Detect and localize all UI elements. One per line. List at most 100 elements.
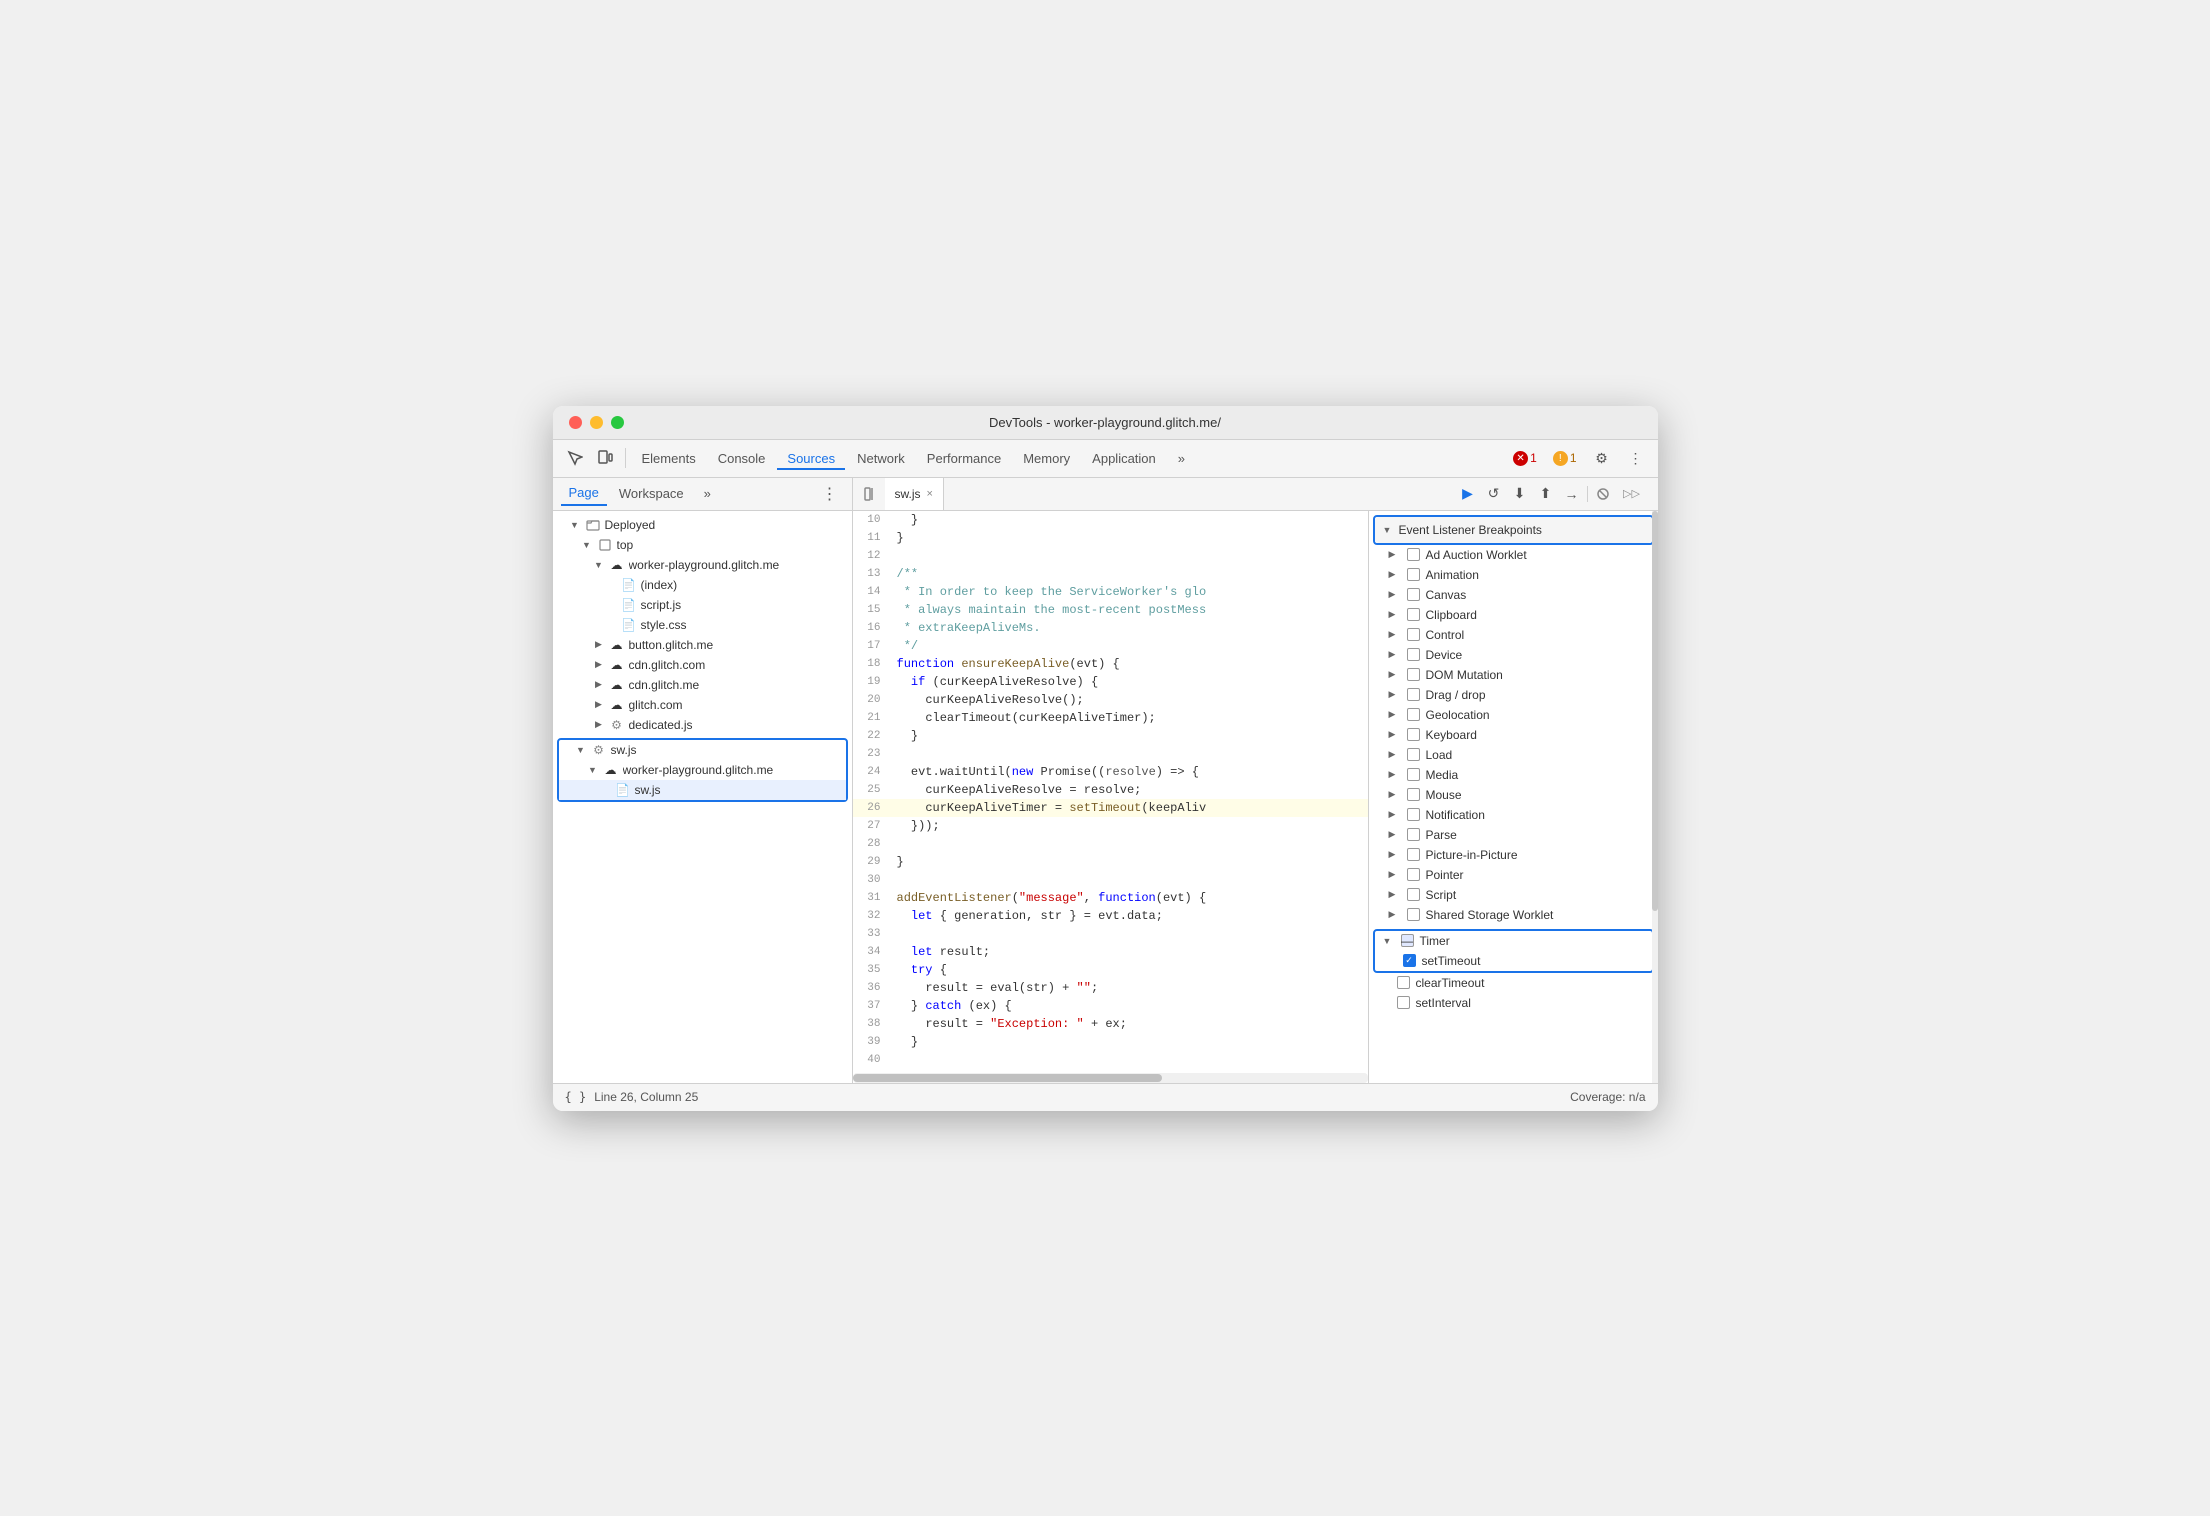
bp-timer-header[interactable]: ▼ — Timer bbox=[1375, 931, 1652, 951]
tree-item-deployed[interactable]: ▼ Deployed bbox=[553, 515, 852, 535]
caret-dom-mutation: ▶ bbox=[1389, 669, 1401, 680]
tree-item-stylecss[interactable]: 📄 style.css bbox=[553, 615, 852, 635]
tab-console[interactable]: Console bbox=[708, 447, 776, 470]
cb-drag-drop[interactable] bbox=[1407, 688, 1420, 701]
bp-item-animation[interactable]: ▶ Animation bbox=[1369, 565, 1658, 585]
tree-item-swjs-root[interactable]: ▼ ⚙ sw.js bbox=[559, 740, 846, 760]
tree-item-swjs-worker[interactable]: ▼ ☁ worker-playground.glitch.me bbox=[559, 760, 846, 780]
tree-item-cdn-me[interactable]: ▶ ☁ cdn.glitch.me bbox=[553, 675, 852, 695]
cb-shared-storage[interactable] bbox=[1407, 908, 1420, 921]
bp-item-pointer[interactable]: ▶ Pointer bbox=[1369, 865, 1658, 885]
warning-badge[interactable]: ! 1 bbox=[1548, 449, 1582, 468]
device-icon[interactable] bbox=[591, 444, 619, 472]
step-icon[interactable]: → bbox=[1561, 483, 1583, 505]
deactivate-bp-icon[interactable] bbox=[1592, 483, 1614, 505]
more-options-icon[interactable]: ⋮ bbox=[1622, 444, 1650, 472]
tree-item-worker-playground[interactable]: ▼ ☁ worker-playground.glitch.me bbox=[553, 555, 852, 575]
tab-more[interactable]: » bbox=[1168, 447, 1195, 470]
bp-section-header[interactable]: ▼ Event Listener Breakpoints bbox=[1375, 517, 1652, 543]
resume-icon[interactable]: ▶ bbox=[1457, 483, 1479, 505]
tree-item-top[interactable]: ▼ top bbox=[553, 535, 852, 555]
bp-item-clipboard[interactable]: ▶ Clipboard bbox=[1369, 605, 1658, 625]
settings-icon[interactable]: ⚙ bbox=[1588, 444, 1616, 472]
minimize-button[interactable] bbox=[590, 416, 603, 429]
cb-device[interactable] bbox=[1407, 648, 1420, 661]
tree-item-button-glitch[interactable]: ▶ ☁ button.glitch.me bbox=[553, 635, 852, 655]
tree-item-dedicatedjs[interactable]: ▶ ⚙ dedicated.js bbox=[553, 715, 852, 735]
cb-script[interactable] bbox=[1407, 888, 1420, 901]
file-tab-swjs[interactable]: sw.js × bbox=[885, 478, 944, 510]
cb-load[interactable] bbox=[1407, 748, 1420, 761]
tree-item-cdn-com[interactable]: ▶ ☁ cdn.glitch.com bbox=[553, 655, 852, 675]
inspect-icon[interactable] bbox=[561, 444, 589, 472]
caret-load: ▶ bbox=[1389, 749, 1401, 760]
cb-cleartimeout[interactable] bbox=[1397, 976, 1410, 989]
bp-setinterval[interactable]: setInterval bbox=[1369, 993, 1658, 1013]
step-into-icon[interactable]: ⬇ bbox=[1509, 483, 1531, 505]
bp-item-media[interactable]: ▶ Media bbox=[1369, 765, 1658, 785]
cb-control[interactable] bbox=[1407, 628, 1420, 641]
close-button[interactable] bbox=[569, 416, 582, 429]
bp-settimeout[interactable]: ✓ setTimeout bbox=[1375, 951, 1652, 971]
error-badge[interactable]: ✕ 1 bbox=[1508, 449, 1542, 468]
format-icon[interactable]: { } bbox=[565, 1090, 587, 1104]
cb-timer-parent[interactable]: — bbox=[1401, 934, 1414, 947]
bp-item-parse[interactable]: ▶ Parse bbox=[1369, 825, 1658, 845]
bp-item-keyboard[interactable]: ▶ Keyboard bbox=[1369, 725, 1658, 745]
tab-application[interactable]: Application bbox=[1082, 447, 1166, 470]
tab-sources[interactable]: Sources bbox=[777, 447, 845, 470]
cb-media[interactable] bbox=[1407, 768, 1420, 781]
tree-item-scriptjs[interactable]: 📄 script.js bbox=[553, 595, 852, 615]
code-line-24: 24 evt.waitUntil(new Promise((resolve) =… bbox=[853, 763, 1368, 781]
cb-clipboard[interactable] bbox=[1407, 608, 1420, 621]
bp-item-dom-mutation[interactable]: ▶ DOM Mutation bbox=[1369, 665, 1658, 685]
tree-item-glitch-com[interactable]: ▶ ☁ glitch.com bbox=[553, 695, 852, 715]
step-over-icon[interactable]: ↺ bbox=[1483, 483, 1505, 505]
bp-item-script[interactable]: ▶ Script bbox=[1369, 885, 1658, 905]
step-out-icon[interactable]: ⬆ bbox=[1535, 483, 1557, 505]
cb-setinterval[interactable] bbox=[1397, 996, 1410, 1009]
sec-tab-workspace[interactable]: Workspace bbox=[611, 482, 692, 505]
cb-pip[interactable] bbox=[1407, 848, 1420, 861]
bp-item-geolocation[interactable]: ▶ Geolocation bbox=[1369, 705, 1658, 725]
cb-dom-mutation[interactable] bbox=[1407, 668, 1420, 681]
cb-mouse[interactable] bbox=[1407, 788, 1420, 801]
tab-elements[interactable]: Elements bbox=[632, 447, 706, 470]
bp-scrollbar-thumb[interactable] bbox=[1652, 511, 1658, 911]
tree-item-swjs-file[interactable]: 📄 sw.js bbox=[559, 780, 846, 800]
cb-settimeout[interactable]: ✓ bbox=[1403, 954, 1416, 967]
tab-performance[interactable]: Performance bbox=[917, 447, 1011, 470]
bp-item-canvas[interactable]: ▶ Canvas bbox=[1369, 585, 1658, 605]
bp-cleartimeout[interactable]: clearTimeout bbox=[1369, 973, 1658, 993]
cb-pointer[interactable] bbox=[1407, 868, 1420, 881]
expand-panel-icon[interactable]: ▷▷ bbox=[1618, 483, 1646, 505]
sec-tab-page[interactable]: Page bbox=[561, 481, 607, 506]
cb-ad-auction[interactable] bbox=[1407, 548, 1420, 561]
sec-tab-more[interactable]: » bbox=[696, 482, 719, 505]
bp-item-load[interactable]: ▶ Load bbox=[1369, 745, 1658, 765]
tree-item-index[interactable]: 📄 (index) bbox=[553, 575, 852, 595]
sec-more-icon[interactable]: ⋮ bbox=[816, 480, 844, 508]
cb-geolocation[interactable] bbox=[1407, 708, 1420, 721]
bp-item-notification[interactable]: ▶ Notification bbox=[1369, 805, 1658, 825]
bp-item-shared-storage[interactable]: ▶ Shared Storage Worklet bbox=[1369, 905, 1658, 925]
bp-item-ad-auction[interactable]: ▶ Ad Auction Worklet bbox=[1369, 545, 1658, 565]
cb-keyboard[interactable] bbox=[1407, 728, 1420, 741]
bp-item-pip[interactable]: ▶ Picture-in-Picture bbox=[1369, 845, 1658, 865]
cb-parse[interactable] bbox=[1407, 828, 1420, 841]
bp-item-device[interactable]: ▶ Device bbox=[1369, 645, 1658, 665]
code-editor[interactable]: 10 } 11 } 12 13 /** 14 * In order bbox=[853, 511, 1368, 1083]
scrollbar-thumb[interactable] bbox=[853, 1074, 1162, 1082]
file-nav-icon[interactable] bbox=[857, 480, 885, 508]
cb-canvas[interactable] bbox=[1407, 588, 1420, 601]
tab-network[interactable]: Network bbox=[847, 447, 915, 470]
cb-notification[interactable] bbox=[1407, 808, 1420, 821]
bp-item-drag-drop[interactable]: ▶ Drag / drop bbox=[1369, 685, 1658, 705]
bp-item-mouse[interactable]: ▶ Mouse bbox=[1369, 785, 1658, 805]
maximize-button[interactable] bbox=[611, 416, 624, 429]
horizontal-scrollbar[interactable] bbox=[853, 1073, 1368, 1083]
tab-memory[interactable]: Memory bbox=[1013, 447, 1080, 470]
cb-animation[interactable] bbox=[1407, 568, 1420, 581]
bp-item-control[interactable]: ▶ Control bbox=[1369, 625, 1658, 645]
file-tab-close[interactable]: × bbox=[927, 488, 933, 500]
